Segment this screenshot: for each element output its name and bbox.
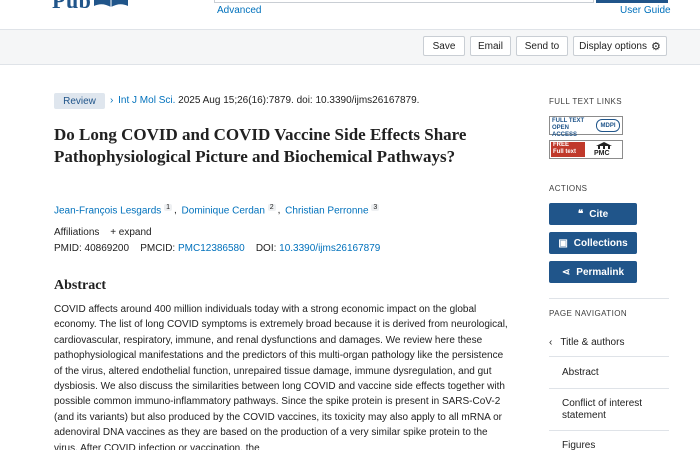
author-link[interactable]: Dominique Cerdan bbox=[182, 205, 265, 216]
collections-label: Collections bbox=[573, 237, 628, 249]
article-title: Do Long COVID and COVID Vaccine Side Eff… bbox=[54, 125, 467, 166]
email-label: Email bbox=[477, 40, 503, 52]
sidebar-divider bbox=[549, 298, 669, 299]
author-separator: , bbox=[277, 205, 281, 217]
author-affiliation-ref[interactable]: 3 bbox=[371, 204, 380, 211]
email-button[interactable]: Email bbox=[470, 36, 511, 56]
pmc-left-text: FREE Full text bbox=[553, 142, 577, 155]
page-navigation-heading: PAGE NAVIGATION bbox=[549, 309, 628, 318]
display-options-label: Display options bbox=[579, 40, 647, 52]
affiliations-row: Affiliations + expand bbox=[54, 227, 152, 238]
pubmed-logo[interactable]: Pub bbox=[52, 0, 162, 16]
quote-icon: ❝ bbox=[577, 208, 584, 220]
permalink-label: Permalink bbox=[576, 266, 625, 278]
article-toolbar: Save Email Send to Display options ⚙ bbox=[0, 30, 700, 65]
mdpi-logo-icon: MDPI bbox=[596, 119, 620, 132]
pmc-right-text: PMC bbox=[594, 150, 610, 157]
permalink-button[interactable]: ⋖ Permalink bbox=[549, 261, 637, 283]
mdpi-full-text-link[interactable]: FULL TEXT OPEN ACCESS MDPI bbox=[549, 116, 623, 138]
mdpi-badge-left: FULL TEXT OPEN ACCESS bbox=[552, 118, 592, 139]
collections-button[interactable]: ▣ Collections bbox=[549, 232, 637, 254]
publication-type-badge: Review bbox=[54, 93, 105, 109]
logo-wordmark: Pub bbox=[52, 0, 92, 13]
mdpi-left-text: FULL TEXT OPEN ACCESS bbox=[552, 118, 585, 138]
identifiers-row: PMID: 40869200 PMCID: PMC12386580 DOI: 1… bbox=[54, 243, 380, 254]
save-label: Save bbox=[432, 40, 456, 52]
pmc-full-text-link[interactable]: FREE Full text PMC bbox=[549, 140, 623, 159]
search-button[interactable] bbox=[596, 0, 668, 3]
citation-line: › Int J Mol Sci. 2025 Aug 15;26(16):7879… bbox=[110, 95, 419, 106]
author-link[interactable]: Christian Perronne bbox=[285, 205, 368, 216]
pmcid-label: PMCID: bbox=[140, 243, 176, 254]
sidebar-divider bbox=[549, 356, 669, 357]
share-icon: ⋖ bbox=[561, 266, 571, 278]
affiliations-label: Affiliations bbox=[54, 227, 100, 238]
send-to-button[interactable]: Send to bbox=[516, 36, 568, 56]
pmc-logo-icon: PMC bbox=[594, 142, 614, 157]
search-input[interactable] bbox=[214, 0, 594, 3]
save-button[interactable]: Save bbox=[423, 36, 465, 56]
display-options-button[interactable]: Display options ⚙ bbox=[573, 36, 667, 56]
nav-conflict-of-interest[interactable]: Conflict of interest statement bbox=[562, 398, 672, 422]
nav-title-authors-label: Title & authors bbox=[560, 337, 625, 348]
free-full-text-badge: FREE Full text bbox=[551, 142, 585, 157]
pmc-building-icon bbox=[596, 142, 612, 149]
nav-figures[interactable]: Figures bbox=[562, 440, 672, 450]
citation-details: 2025 Aug 15;26(16):7879. doi: 10.3390/ij… bbox=[175, 95, 420, 106]
mdpi-right-text: MDPI bbox=[600, 122, 616, 129]
actions-heading: ACTIONS bbox=[549, 184, 588, 193]
abstract-text: COVID affects around 400 million individ… bbox=[54, 304, 508, 450]
author-list: Jean-François Lesgards 1, Dominique Cerd… bbox=[54, 204, 381, 216]
abstract-heading: Abstract bbox=[54, 278, 107, 293]
publication-type-label: Review bbox=[63, 95, 96, 107]
doi-link[interactable]: 10.3390/ijms26167879 bbox=[279, 243, 380, 254]
pmcid-link[interactable]: PMC12386580 bbox=[178, 243, 245, 254]
full-text-links-heading: FULL TEXT LINKS bbox=[549, 97, 622, 106]
gear-icon: ⚙ bbox=[650, 40, 661, 53]
pmid: PMID: 40869200 bbox=[54, 243, 130, 254]
doi-label: DOI: bbox=[255, 243, 277, 254]
sidebar-divider bbox=[549, 430, 669, 431]
nav-abstract[interactable]: Abstract bbox=[562, 367, 672, 379]
bookmark-icon: ▣ bbox=[558, 237, 568, 249]
author-link[interactable]: Jean-François Lesgards bbox=[54, 205, 161, 216]
author-separator: , bbox=[173, 205, 177, 217]
advanced-search-link[interactable]: Advanced bbox=[217, 5, 261, 16]
cite-label: Cite bbox=[589, 208, 609, 220]
site-header: Pub Advanced User Guide bbox=[0, 0, 700, 30]
sidebar-divider bbox=[549, 388, 669, 389]
author-affiliation-ref[interactable]: 1 bbox=[164, 204, 172, 211]
chevron-left-icon: ‹ bbox=[549, 337, 553, 348]
chevron-right-icon: › bbox=[110, 95, 114, 106]
nav-title-authors[interactable]: ‹ Title & authors bbox=[549, 337, 624, 348]
author-affiliation-ref[interactable]: 2 bbox=[267, 204, 276, 211]
book-icon bbox=[94, 0, 128, 7]
expand-affiliations-button[interactable]: + expand bbox=[110, 227, 151, 238]
journal-link[interactable]: Int J Mol Sci. bbox=[118, 95, 175, 106]
cite-button[interactable]: ❝ Cite bbox=[549, 203, 637, 225]
send-to-label: Send to bbox=[524, 40, 560, 52]
user-guide-link[interactable]: User Guide bbox=[620, 5, 671, 16]
